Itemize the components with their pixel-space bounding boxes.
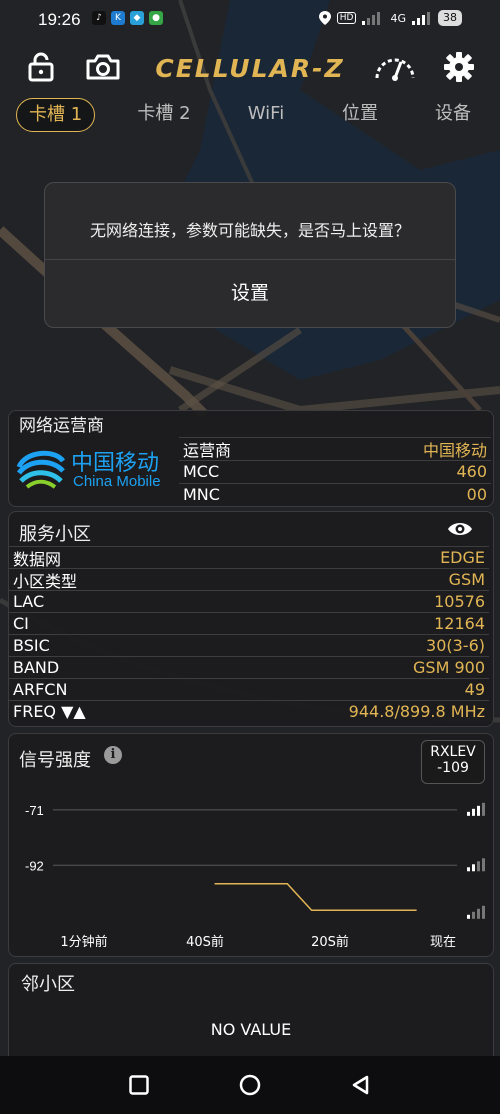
serving-cell-card: 服务小区 数据网 EDGE 小区类型 GSM LAC 10576 CI 12164 BS… [8, 511, 494, 727]
tiktok-icon: ♪ [92, 11, 106, 25]
tab-slot-1[interactable]: 卡槽 1 [16, 98, 96, 132]
signal-level-icon [467, 802, 485, 816]
tab-slot-2[interactable]: 卡槽 2 [134, 98, 194, 130]
status-app-icons: ♪ K ◆ ● [92, 11, 163, 25]
operator-value: 中国移动 [422, 440, 487, 460]
no-network-dialog: 无网络连接，参数可能缺失，是否马上设置？ 设置 [44, 182, 456, 328]
square-icon[interactable] [129, 1075, 149, 1095]
logo-text-en: China Mobile [73, 473, 161, 490]
row-value: GSM [448, 570, 485, 589]
battery-level: 38 [438, 10, 462, 26]
x-tick-label: 20S前 [311, 934, 349, 950]
tab-location[interactable]: 位置 [335, 98, 385, 130]
lock-icon [28, 52, 54, 82]
camera-icon [86, 54, 120, 80]
table-row: BSIC 30(3-6) [9, 634, 489, 656]
mnc-row: MNC 00 [179, 483, 491, 505]
neighbor-title: 邻小区 [21, 974, 75, 995]
row-value: GSM 900 [413, 658, 485, 677]
camera-button[interactable] [80, 44, 126, 90]
signal-level-icon [467, 905, 485, 919]
y-tick-label: -92 [25, 858, 44, 873]
operator-card-title: 网络运营商 [19, 416, 104, 436]
signal-bars-icon [362, 12, 381, 25]
china-mobile-logo: 中国移动 China Mobile [13, 435, 177, 501]
speedometer-icon [375, 58, 415, 81]
status-right: HD 4G 38 [318, 10, 462, 26]
row-key: 数据网 [13, 549, 62, 569]
row-value: EDGE [440, 548, 485, 567]
network-type: 4G [390, 11, 406, 25]
system-nav-bar [0, 1056, 500, 1114]
settings-button[interactable] [436, 44, 482, 90]
china-mobile-logo-icon [16, 450, 66, 489]
signal-bars-icon-2 [412, 12, 430, 25]
k-app-icon: K [111, 11, 125, 25]
neighbor-empty: NO VALUE [210, 1020, 292, 1039]
status-bar: 19:26 ♪ K ◆ ● HD 4G 38 [0, 0, 500, 40]
top-toolbar: CELLULAR-Z [0, 44, 500, 94]
row-value: 10576 [434, 592, 485, 611]
mnc-key: MNC [183, 485, 220, 504]
lock-button[interactable] [18, 44, 64, 90]
table-row: 小区类型 GSM [9, 568, 489, 591]
x-tick-label: 现在 [430, 935, 456, 950]
mcc-row: MCC 460 [179, 460, 491, 482]
dialog-divider [45, 259, 455, 260]
signal-level-icon [467, 858, 485, 872]
signal-line [214, 883, 417, 911]
table-row: ARFCN 49 [9, 678, 489, 700]
x-tick-label: 1分钟前 [60, 934, 107, 950]
row-key: FREQ ▼▲ [13, 702, 86, 721]
blue-app-icon: ◆ [130, 11, 144, 25]
status-time: 19:26 [38, 10, 81, 29]
row-value: 30(3-6) [426, 636, 485, 655]
row-key: BSIC [13, 636, 50, 655]
eye-icon[interactable] [447, 520, 473, 538]
freq-row[interactable]: FREQ ▼▲ 944.8/899.8 MHz [9, 700, 489, 722]
y-tick-label: -71 [25, 803, 44, 818]
table-row: CI 12164 [9, 612, 489, 634]
mnc-value: 00 [466, 485, 487, 504]
tab-bar: 卡槽 1 卡槽 2 WiFi 位置 设备 [0, 96, 500, 136]
tab-device[interactable]: 设备 [428, 98, 478, 130]
row-key: LAC [13, 592, 45, 611]
row-key: CI [13, 614, 29, 633]
operator-card: 网络运营商 中国移动 China Mobile 运营商 中国移动 MCC 460… [8, 410, 494, 507]
operator-row: 运营商 中国移动 [179, 437, 491, 460]
mcc-value: 460 [456, 462, 487, 481]
table-row: LAC 10576 [9, 590, 489, 612]
speedtest-button[interactable] [372, 44, 418, 90]
hd-icon: HD [336, 12, 357, 24]
table-row: 数据网 EDGE [9, 546, 489, 569]
row-key: 小区类型 [13, 571, 78, 591]
settings-action-button[interactable]: 设置 [45, 261, 455, 325]
signal-chart: -71 -92 1分钟前 40S前 20S前 现在 [25, 802, 485, 950]
location-icon [318, 11, 331, 25]
serving-cell-title: 服务小区 [19, 524, 91, 545]
row-value: 944.8/899.8 MHz [348, 702, 485, 721]
operator-key: 运营商 [183, 440, 232, 460]
row-key: ARFCN [13, 680, 68, 699]
row-key: BAND [13, 658, 60, 677]
row-value: 12164 [434, 614, 485, 633]
dialog-message: 无网络连接，参数可能缺失，是否马上设置？ [89, 221, 410, 240]
tab-wifi[interactable]: WiFi [238, 98, 294, 130]
neighbor-cell-card: 邻小区 NO VALUE [8, 963, 494, 1065]
green-app-icon: ● [149, 11, 163, 25]
signal-strength-card: 信号强度 i RXLEV -109 -71 -92 1分钟前 40S前 20S前 现在 [8, 733, 494, 957]
table-row: BAND GSM 900 [9, 656, 489, 678]
circle-icon[interactable] [239, 1074, 261, 1096]
app-logo: CELLULAR-Z [155, 54, 345, 83]
row-value: 49 [464, 680, 485, 699]
x-tick-label: 40S前 [186, 934, 224, 950]
triangle-back-icon[interactable] [351, 1075, 371, 1095]
mcc-key: MCC [183, 462, 220, 481]
gear-icon [444, 52, 474, 82]
